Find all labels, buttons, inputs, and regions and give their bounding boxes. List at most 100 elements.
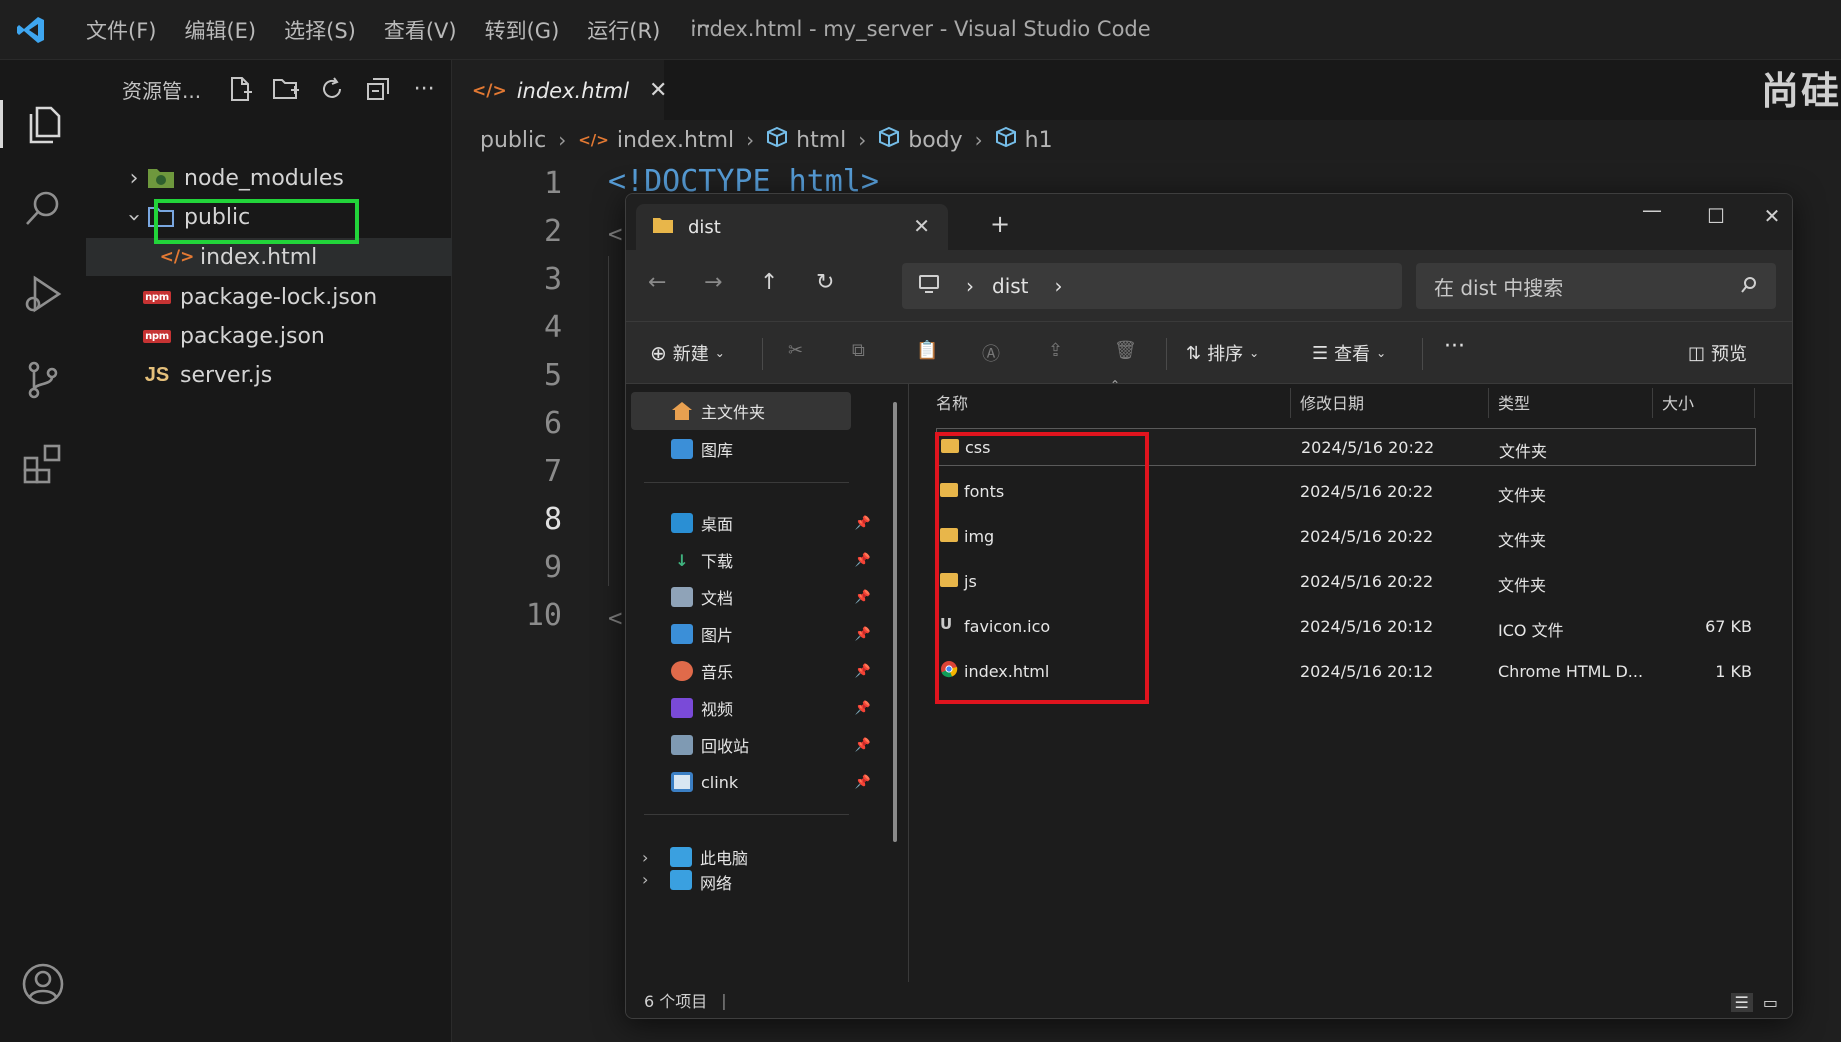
- pin-icon[interactable]: 📌: [855, 553, 871, 568]
- pin-icon[interactable]: 📌: [855, 701, 871, 716]
- column-header-type[interactable]: 类型: [1498, 384, 1530, 420]
- menu-view[interactable]: 查看(V): [370, 15, 471, 45]
- pin-icon[interactable]: 📌: [855, 664, 871, 679]
- nav-item-music[interactable]: 音乐 📌: [671, 652, 871, 690]
- menu-more-button[interactable]: ···: [674, 15, 727, 45]
- minimize-icon[interactable]: —: [1622, 198, 1682, 222]
- menu-edit[interactable]: 编辑(E): [170, 15, 270, 45]
- more-actions-icon[interactable]: ···: [401, 69, 447, 109]
- nav-item-gallery[interactable]: 图库: [671, 430, 871, 468]
- view-button[interactable]: ☰ 查看 ⌄: [1312, 340, 1386, 366]
- rename-icon[interactable]: Ⓐ: [982, 340, 1000, 366]
- sort-button[interactable]: ⇅ 排序 ⌄: [1186, 340, 1259, 366]
- copy-icon[interactable]: ⧉: [852, 340, 865, 361]
- sort-label: 排序: [1207, 344, 1244, 365]
- paste-icon[interactable]: 📋: [916, 340, 938, 361]
- column-divider[interactable]: [1488, 388, 1489, 418]
- explorer-icon[interactable]: [0, 100, 86, 148]
- search-icon: [1740, 275, 1758, 299]
- extensions-icon[interactable]: [19, 440, 67, 488]
- file-size: 1 KB: [1715, 662, 1752, 681]
- chevron-right-icon: ›: [558, 128, 567, 152]
- refresh-icon[interactable]: [309, 69, 355, 109]
- breadcrumb-item[interactable]: body: [908, 128, 962, 153]
- account-icon[interactable]: [19, 960, 67, 1008]
- delete-icon[interactable]: 🗑: [1114, 340, 1137, 361]
- fold-marker[interactable]: <: [608, 220, 622, 248]
- nav-item-documents[interactable]: 文档 📌: [671, 578, 871, 616]
- breadcrumb-item[interactable]: h1: [1025, 128, 1053, 153]
- fold-marker[interactable]: <: [608, 604, 622, 632]
- nav-item-desktop[interactable]: 桌面 📌: [671, 504, 871, 542]
- tree-item-server-js[interactable]: JS server.js: [86, 356, 452, 394]
- close-icon[interactable]: ✕: [649, 78, 667, 103]
- details-view-icon[interactable]: ☰: [1730, 993, 1753, 1012]
- pin-icon[interactable]: 📌: [855, 516, 871, 531]
- explorer-tab-dist[interactable]: dist ✕: [636, 204, 948, 250]
- close-icon[interactable]: ✕: [913, 214, 930, 238]
- nav-item-pictures[interactable]: 图片 📌: [671, 615, 871, 653]
- collapse-all-icon[interactable]: [355, 69, 401, 109]
- search-input[interactable]: 在 dist 中搜索: [1416, 263, 1776, 309]
- nav-item-videos[interactable]: 视频 📌: [671, 689, 871, 727]
- breadcrumb-item[interactable]: index.html: [617, 128, 734, 153]
- computer-icon: [670, 847, 692, 867]
- forward-icon[interactable]: →: [704, 270, 722, 295]
- address-bar[interactable]: › dist ›: [902, 263, 1402, 309]
- address-segment-dist[interactable]: dist: [992, 274, 1029, 298]
- refresh-icon[interactable]: ↻: [816, 270, 834, 295]
- menu-selection[interactable]: 选择(S): [270, 15, 370, 45]
- nav-item-downloads[interactable]: ↓ 下载 📌: [671, 541, 871, 579]
- titlebar: 文件(F) 编辑(E) 选择(S) 查看(V) 转到(G) 运行(R) ··· …: [0, 0, 1841, 60]
- breadcrumb-item[interactable]: public: [480, 128, 546, 153]
- up-icon[interactable]: ↑: [760, 270, 778, 295]
- search-icon[interactable]: [19, 184, 67, 232]
- pin-icon[interactable]: 📌: [855, 738, 871, 753]
- column-header-modified[interactable]: 修改日期: [1300, 384, 1364, 420]
- nav-item-recycle-bin[interactable]: 回收站 📌: [671, 726, 871, 764]
- source-control-icon[interactable]: [19, 356, 67, 404]
- close-window-icon[interactable]: ✕: [1742, 204, 1792, 228]
- cut-icon[interactable]: ✂: [788, 340, 803, 361]
- nav-item-network[interactable]: › 网络: [642, 870, 842, 892]
- maximize-icon[interactable]: ☐: [1686, 204, 1746, 228]
- breadcrumb-item[interactable]: html: [796, 128, 846, 153]
- nav-scrollbar[interactable]: [893, 402, 897, 842]
- pin-icon[interactable]: 📌: [855, 775, 871, 790]
- explorer-nav-bar: ← → ↑ ↻ › dist › 在 dist 中搜索: [626, 250, 1792, 322]
- file-modified: 2024/5/16 20:22: [1300, 482, 1434, 501]
- tree-item-label: index.html: [200, 244, 318, 270]
- nav-item-home[interactable]: 主文件夹: [631, 392, 851, 430]
- new-button[interactable]: ⊕ 新建 ⌄: [650, 340, 725, 366]
- nav-item-clink[interactable]: clink 📌: [671, 763, 871, 801]
- run-debug-icon[interactable]: [19, 270, 67, 318]
- tree-item-package-json[interactable]: npm package.json: [86, 317, 452, 355]
- tiles-view-icon[interactable]: ▭: [1763, 993, 1778, 1012]
- column-divider[interactable]: [1754, 388, 1755, 418]
- tree-item-node-modules[interactable]: › node_modules: [86, 159, 452, 197]
- tab-index-html[interactable]: </> index.html ✕: [452, 60, 667, 120]
- document-icon: [671, 587, 693, 607]
- column-header-name[interactable]: 名称: [936, 384, 968, 420]
- new-folder-icon[interactable]: [263, 69, 309, 109]
- html-file-icon: </>: [578, 131, 609, 149]
- tree-item-package-lock-json[interactable]: npm package-lock.json: [86, 278, 452, 316]
- more-options-button[interactable]: ···: [1444, 334, 1465, 359]
- new-file-icon[interactable]: [217, 69, 263, 109]
- menu-run[interactable]: 运行(R): [573, 15, 674, 45]
- pin-icon[interactable]: 📌: [855, 627, 871, 642]
- js-file-icon: JS: [144, 363, 170, 386]
- menu-go[interactable]: 转到(G): [471, 15, 574, 45]
- column-header-size[interactable]: 大小: [1662, 384, 1694, 420]
- column-divider[interactable]: [1290, 388, 1291, 418]
- preview-button[interactable]: ◫ 预览: [1688, 340, 1747, 366]
- back-icon[interactable]: ←: [648, 270, 666, 295]
- tree-item-label: package.json: [180, 323, 325, 349]
- menu-file[interactable]: 文件(F): [72, 15, 170, 45]
- list-view-icon: ☰: [1312, 342, 1329, 364]
- new-tab-button[interactable]: +: [990, 210, 1010, 238]
- pin-icon[interactable]: 📌: [855, 590, 871, 605]
- explorer-tab-label: dist: [688, 216, 721, 238]
- share-icon[interactable]: ⇪: [1048, 340, 1063, 361]
- column-divider[interactable]: [1652, 388, 1653, 418]
